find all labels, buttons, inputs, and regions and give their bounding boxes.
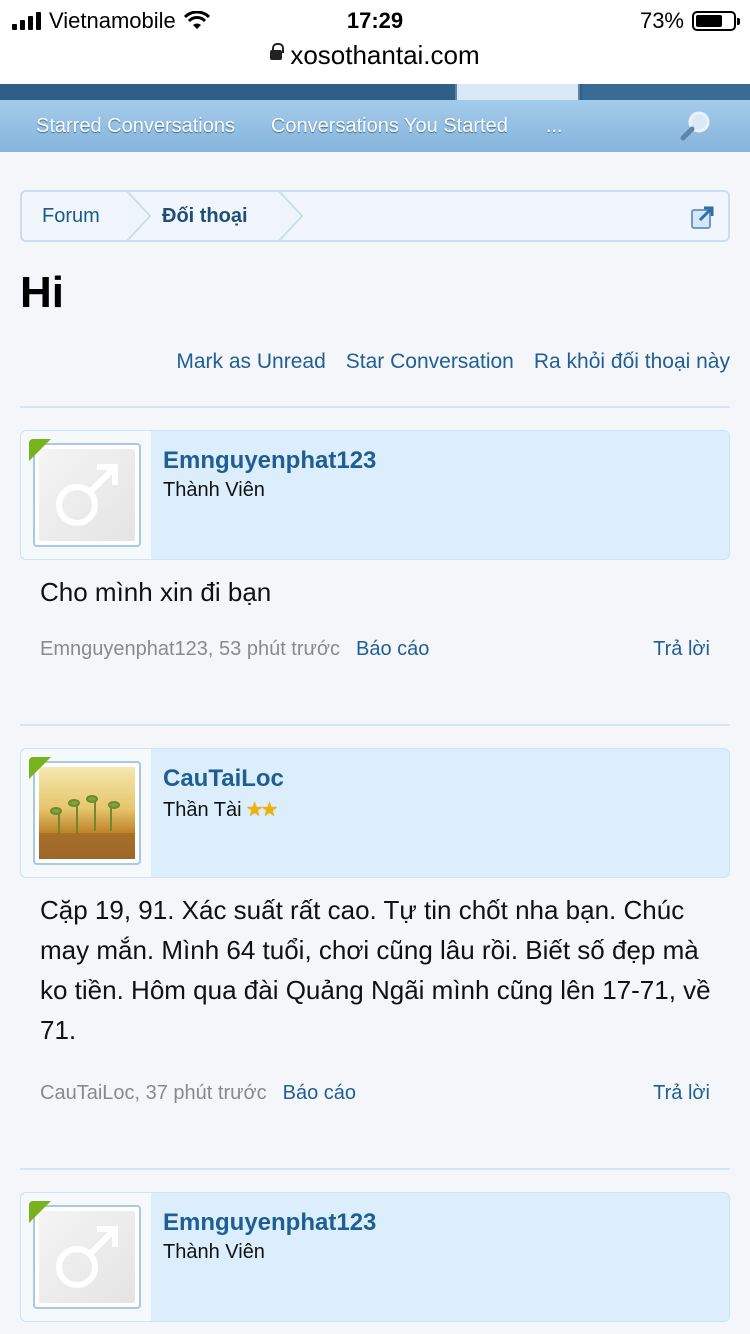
subnav-more[interactable]: ... bbox=[546, 115, 563, 138]
online-badge-icon bbox=[29, 439, 51, 461]
message-body: Cho mình xin đi bạn bbox=[40, 577, 272, 607]
breadcrumb-separator-icon bbox=[126, 192, 152, 240]
breadcrumb-forum[interactable]: Forum bbox=[42, 192, 100, 240]
url-text: xosothantai.com bbox=[290, 40, 480, 70]
conversation-actions: Mark as Unread Star Conversation Ra khỏi… bbox=[176, 350, 730, 374]
message-meta: CauTaiLoc, 37 phút trước Báo cáo Trả lời bbox=[40, 1082, 710, 1105]
user-title: Thành Viên bbox=[163, 479, 265, 501]
subnav-starred-conversations[interactable]: Starred Conversations bbox=[36, 115, 235, 138]
wifi-icon bbox=[183, 11, 210, 29]
leave-conversation-link[interactable]: Ra khỏi đối thoại này bbox=[534, 350, 730, 374]
subnav-conversations-you-started[interactable]: Conversations You Started bbox=[271, 115, 508, 138]
battery-group: 73% bbox=[639, 8, 740, 34]
message-header: Emnguyenphat123 Thành Viên bbox=[20, 430, 730, 560]
username-link[interactable]: CauTaiLoc bbox=[163, 765, 284, 793]
divider bbox=[20, 1168, 730, 1170]
divider bbox=[20, 724, 730, 726]
reply-link[interactable]: Trả lời bbox=[653, 1082, 710, 1105]
message-body: Cặp 19, 91. Xác suất rất cao. Tự tin chố… bbox=[40, 895, 711, 1045]
message-meta: Emnguyenphat123, 53 phút trước Báo cáo Tr… bbox=[40, 638, 710, 661]
battery-icon bbox=[692, 11, 740, 31]
sprouts-photo bbox=[39, 767, 135, 859]
star-rank-icon: ★★ bbox=[245, 799, 279, 821]
male-symbol-icon bbox=[56, 1226, 118, 1288]
address-bar[interactable]: xosothantai.com bbox=[0, 40, 750, 84]
divider bbox=[20, 406, 730, 408]
breadcrumb-current[interactable]: Đối thoại bbox=[162, 192, 248, 240]
report-link[interactable]: Báo cáo bbox=[356, 638, 429, 660]
report-link[interactable]: Báo cáo bbox=[283, 1082, 356, 1104]
battery-percent: 73% bbox=[639, 8, 684, 33]
status-bar: Vietnamobile 17:29 73% bbox=[0, 0, 750, 40]
message-author-time: Emnguyenphat123, 53 phút trước bbox=[40, 638, 341, 660]
message-header: CauTaiLoc Thần Tài ★★ bbox=[20, 748, 730, 878]
tab-next[interactable] bbox=[582, 84, 750, 100]
external-link-icon[interactable] bbox=[690, 204, 716, 230]
user-title: Thành Viên bbox=[163, 1241, 265, 1263]
online-badge-icon bbox=[29, 1201, 51, 1223]
avatar-column bbox=[21, 749, 151, 877]
lock-icon bbox=[270, 43, 285, 61]
breadcrumb: Forum Đối thoại bbox=[20, 190, 730, 242]
avatar-column bbox=[21, 1193, 151, 1321]
avatar-column bbox=[21, 431, 151, 559]
mark-unread-link[interactable]: Mark as Unread bbox=[176, 350, 325, 374]
sub-navigation: Starred Conversations Conversations You … bbox=[0, 100, 750, 152]
tab-selected[interactable] bbox=[455, 84, 580, 100]
carrier-group: Vietnamobile bbox=[12, 8, 210, 34]
online-badge-icon bbox=[29, 757, 51, 779]
username-link[interactable]: Emnguyenphat123 bbox=[163, 1209, 376, 1237]
sprouts-image bbox=[39, 795, 135, 859]
message-author-time: CauTaiLoc, 37 phút trước bbox=[40, 1082, 267, 1104]
search-icon[interactable] bbox=[680, 110, 712, 142]
signal-icon bbox=[12, 12, 41, 30]
message-header: Emnguyenphat123 Thành Viên bbox=[20, 1192, 730, 1322]
star-conversation-link[interactable]: Star Conversation bbox=[346, 350, 514, 374]
username-link[interactable]: Emnguyenphat123 bbox=[163, 447, 376, 475]
main-nav-tabs bbox=[0, 84, 750, 100]
page-title: Hi bbox=[20, 268, 64, 317]
user-title-text: Thần Tài bbox=[163, 799, 242, 821]
male-symbol-icon bbox=[56, 464, 118, 526]
carrier-label: Vietnamobile bbox=[49, 8, 176, 33]
breadcrumb-separator-icon bbox=[278, 192, 304, 240]
user-title: Thần Tài ★★ bbox=[163, 797, 279, 822]
reply-link[interactable]: Trả lời bbox=[653, 638, 710, 661]
